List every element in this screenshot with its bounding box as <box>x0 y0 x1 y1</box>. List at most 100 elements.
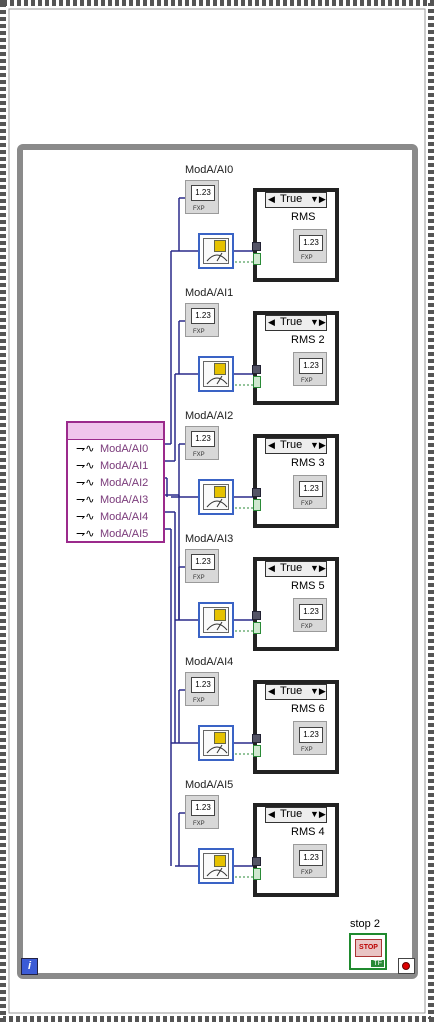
cluster-header <box>68 423 163 440</box>
amplitude-measurement-express-vi[interactable] <box>198 602 234 638</box>
case-input-tunnel <box>252 611 261 620</box>
channel-indicator-label: ModA/AI4 <box>185 656 234 668</box>
fxp-tag: FXP <box>301 747 313 753</box>
fxp-tag: FXP <box>193 329 205 335</box>
case-decrement-icon[interactable]: ◀ <box>268 563 275 574</box>
rms-indicator-label: RMS 4 <box>291 826 325 838</box>
express-vi-face <box>203 484 229 510</box>
amplitude-measurement-express-vi[interactable] <box>198 479 234 515</box>
numeric-display: 1.23 <box>299 481 323 497</box>
case-selector-tunnel <box>253 376 261 388</box>
case-dropdown-icon[interactable]: ▼▶ <box>310 809 326 820</box>
fxp-tag: FXP <box>193 452 205 458</box>
rms-indicator-label: RMS 6 <box>291 703 325 715</box>
case-dropdown-icon[interactable]: ▼▶ <box>310 194 326 205</box>
rms-numeric-indicator[interactable]: 1.23 FXP <box>293 844 327 878</box>
case-selector[interactable]: ◀ True ▼▶ <box>265 438 327 454</box>
case-decrement-icon[interactable]: ◀ <box>268 317 275 328</box>
channel-cluster-constant[interactable]: ⇁∿ ModA/AI0 ⇁∿ ModA/AI1 ⇁∿ ModA/AI2 ⇁∿ ModA/AI3… <box>66 421 165 543</box>
amplitude-measurement-express-vi[interactable] <box>198 725 234 761</box>
channel-numeric-indicator[interactable]: 1.23 FXP <box>185 180 219 214</box>
channel-name: ModA/AI0 <box>100 443 149 455</box>
express-vi-face <box>203 730 229 756</box>
meter-icon <box>206 621 228 631</box>
channel-indicator-label: ModA/AI1 <box>185 287 234 299</box>
channel-numeric-indicator[interactable]: 1.23 FXP <box>185 549 219 583</box>
numeric-display: 1.23 <box>299 850 323 866</box>
case-structure[interactable]: ◀ True ▼▶ RMS 4 1.23 FXP <box>252 803 339 897</box>
case-selector-tunnel <box>253 499 261 511</box>
waveform-icon: ⇁∿ <box>76 511 95 523</box>
channel-name: ModA/AI1 <box>100 460 149 472</box>
meter-icon <box>206 252 228 262</box>
case-selector-tunnel <box>253 868 261 880</box>
rms-numeric-indicator[interactable]: 1.23 FXP <box>293 598 327 632</box>
case-decrement-icon[interactable]: ◀ <box>268 194 275 205</box>
stop-button-type: TF <box>371 960 384 967</box>
waveform-icon: ⇁∿ <box>76 460 95 472</box>
cluster-channel: ⇁∿ ModA/AI2 <box>72 476 161 491</box>
case-structure[interactable]: ◀ True ▼▶ RMS 6 1.23 FXP <box>252 680 339 774</box>
case-selector[interactable]: ◀ True ▼▶ <box>265 684 327 700</box>
fxp-tag: FXP <box>301 255 313 261</box>
case-structure[interactable]: ◀ True ▼▶ RMS 2 1.23 FXP <box>252 311 339 405</box>
express-vi-face <box>203 361 229 387</box>
rms-indicator-label: RMS 3 <box>291 457 325 469</box>
cluster-channel: ⇁∿ ModA/AI4 <box>72 510 161 525</box>
case-dropdown-icon[interactable]: ▼▶ <box>310 440 326 451</box>
rms-numeric-indicator[interactable]: 1.23 FXP <box>293 475 327 509</box>
amplitude-measurement-express-vi[interactable] <box>198 848 234 884</box>
meter-icon <box>206 375 228 385</box>
stop-button[interactable]: STOP TF <box>349 933 387 970</box>
channel-name: ModA/AI2 <box>100 477 149 489</box>
case-input-tunnel <box>252 857 261 866</box>
meter-icon <box>206 867 228 877</box>
case-structure[interactable]: ◀ True ▼▶ RMS 3 1.23 FXP <box>252 434 339 528</box>
case-selector[interactable]: ◀ True ▼▶ <box>265 192 327 208</box>
case-selector[interactable]: ◀ True ▼▶ <box>265 807 327 823</box>
waveform-icon: ⇁∿ <box>76 494 95 506</box>
loop-condition-terminal[interactable] <box>398 958 415 974</box>
waveform-icon: ⇁∿ <box>76 443 95 455</box>
stop-condition-icon <box>402 962 410 970</box>
numeric-display: 1.23 <box>299 727 323 743</box>
amplitude-measurement-express-vi[interactable] <box>198 356 234 392</box>
case-structure[interactable]: ◀ True ▼▶ RMS 5 1.23 FXP <box>252 557 339 651</box>
channel-indicator-label: ModA/AI2 <box>185 410 234 422</box>
fxp-tag: FXP <box>301 501 313 507</box>
numeric-display: 1.23 <box>299 358 323 374</box>
case-selector-value: True <box>280 316 303 328</box>
case-selector[interactable]: ◀ True ▼▶ <box>265 561 327 577</box>
channel-indicator-label: ModA/AI5 <box>185 779 234 791</box>
numeric-display: 1.23 <box>299 604 323 620</box>
rms-numeric-indicator[interactable]: 1.23 FXP <box>293 352 327 386</box>
channel-numeric-indicator[interactable]: 1.23 FXP <box>185 303 219 337</box>
case-selector-value: True <box>280 562 303 574</box>
case-decrement-icon[interactable]: ◀ <box>268 686 275 697</box>
case-dropdown-icon[interactable]: ▼▶ <box>310 686 326 697</box>
cluster-channel: ⇁∿ ModA/AI0 <box>72 442 161 457</box>
amplitude-measurement-express-vi[interactable] <box>198 233 234 269</box>
rms-numeric-indicator[interactable]: 1.23 FXP <box>293 721 327 755</box>
case-selector-tunnel <box>253 622 261 634</box>
channel-numeric-indicator[interactable]: 1.23 FXP <box>185 426 219 460</box>
case-dropdown-icon[interactable]: ▼▶ <box>310 563 326 574</box>
case-structure[interactable]: ◀ True ▼▶ RMS 1.23 FXP <box>252 188 339 282</box>
case-input-tunnel <box>252 488 261 497</box>
channel-numeric-indicator[interactable]: 1.23 FXP <box>185 672 219 706</box>
channel-name: ModA/AI3 <box>100 494 149 506</box>
channel-name: ModA/AI5 <box>100 528 149 540</box>
case-dropdown-icon[interactable]: ▼▶ <box>310 317 326 328</box>
waveform-icon: ⇁∿ <box>76 477 95 489</box>
case-decrement-icon[interactable]: ◀ <box>268 809 275 820</box>
numeric-display: 1.23 <box>299 235 323 251</box>
case-selector[interactable]: ◀ True ▼▶ <box>265 315 327 331</box>
channel-numeric-indicator[interactable]: 1.23 FXP <box>185 795 219 829</box>
numeric-display: 1.23 <box>191 800 215 816</box>
fxp-tag: FXP <box>193 698 205 704</box>
channel-name: ModA/AI4 <box>100 511 149 523</box>
rms-numeric-indicator[interactable]: 1.23 FXP <box>293 229 327 263</box>
case-decrement-icon[interactable]: ◀ <box>268 440 275 451</box>
fxp-tag: FXP <box>193 821 205 827</box>
fxp-tag: FXP <box>193 575 205 581</box>
